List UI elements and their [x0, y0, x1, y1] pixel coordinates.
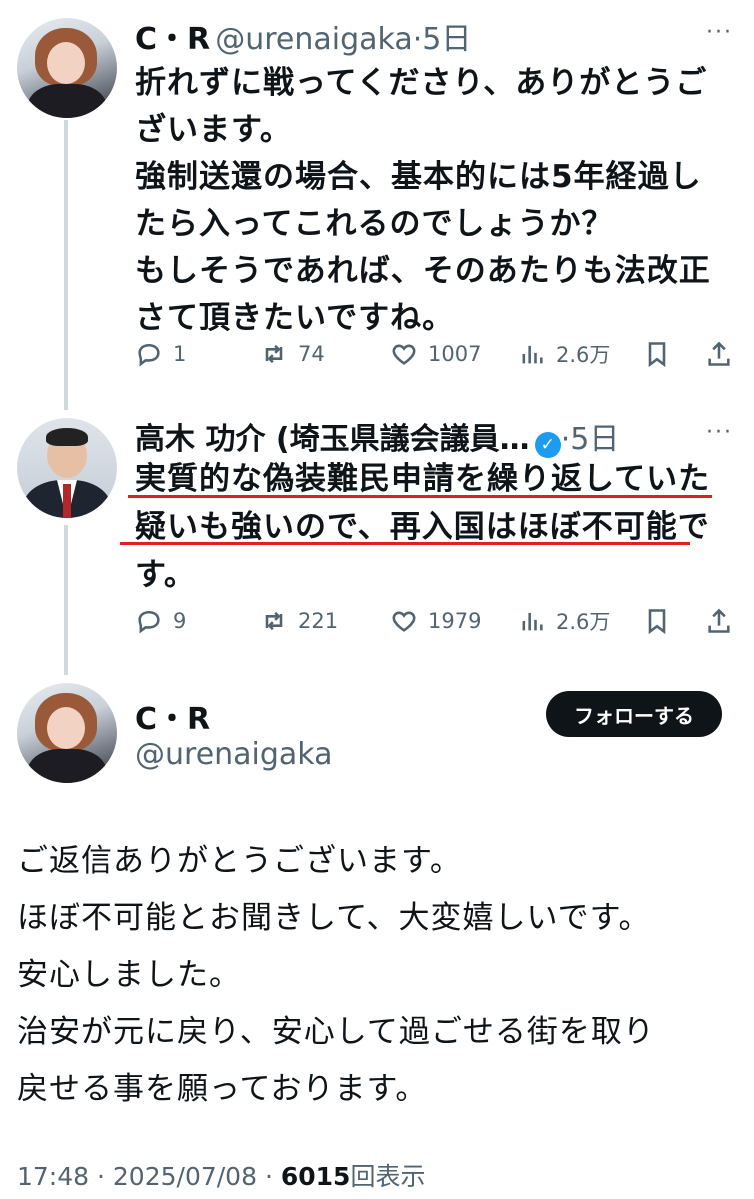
retweet-button[interactable]: 221	[260, 607, 390, 635]
display-name[interactable]: C・R	[135, 694, 210, 738]
tweet-actions: 1 74 1007 2.6万	[135, 339, 733, 369]
verified-badge-icon: ✓	[534, 431, 561, 458]
views-label: 回表示	[350, 1162, 426, 1191]
reply-count: 9	[173, 609, 187, 633]
share-button[interactable]	[705, 340, 733, 368]
bookmark-icon	[648, 609, 666, 635]
views-chart-icon	[522, 612, 543, 631]
display-name[interactable]: 高木 功介 (埼玉県議会議員…	[135, 422, 530, 457]
views-button[interactable]: 2.6万	[518, 339, 643, 369]
reply-icon	[138, 610, 160, 634]
view-count: 2.6万	[556, 610, 611, 634]
bookmark-icon	[648, 342, 666, 368]
retweet-count: 221	[298, 609, 339, 633]
thread-line-top	[64, 120, 68, 410]
retweet-icon	[265, 344, 283, 364]
follow-button[interactable]: フォローする	[546, 691, 722, 737]
tweet-meta: 17:48 · 2025/07/08 · 6015回表示	[17, 1162, 426, 1191]
bookmark-button[interactable]	[643, 340, 705, 368]
views-button[interactable]: 2.6万	[518, 606, 643, 636]
tweet-header: C・R @urenaigaka·5日	[135, 14, 471, 58]
heart-icon	[392, 344, 416, 365]
thread-line-bottom	[64, 525, 68, 675]
views-chart-icon	[522, 345, 543, 364]
highlight-underline	[120, 542, 690, 545]
display-name[interactable]: C・R	[135, 22, 210, 57]
more-options-icon[interactable]: ···	[706, 420, 733, 445]
like-button[interactable]: 1979	[390, 607, 518, 635]
avatar[interactable]	[17, 418, 117, 518]
tweet-text-line-3: す。	[135, 557, 196, 593]
avatar[interactable]	[17, 18, 117, 118]
views-count: 6015	[280, 1162, 351, 1191]
heart-icon	[392, 611, 416, 632]
more-options-icon[interactable]: ···	[706, 20, 733, 45]
retweet-icon	[265, 611, 283, 631]
reply-button[interactable]: 9	[135, 607, 260, 635]
reply-icon	[138, 343, 160, 367]
reply-button[interactable]: 1	[135, 340, 260, 368]
tweet-text: 折れずに戦ってくださり、ありがとうご ざいます。 強制送還の場合、基本的には5年…	[135, 65, 711, 336]
post-time[interactable]: 17:48	[17, 1162, 89, 1191]
share-icon	[708, 341, 730, 366]
reply-count: 1	[173, 342, 187, 366]
view-count: 2.6万	[556, 343, 611, 367]
tweet-header: 高木 功介 (埼玉県議会議員… ✓ ·5日	[135, 414, 619, 458]
highlight-underline	[128, 495, 712, 498]
tweet-text: ご返信ありがとうございます。 ほぼ不可能とお聞きして、大変嬉しいです。 安心しま…	[17, 843, 655, 1107]
user-handle[interactable]: @urenaigaka	[135, 737, 333, 772]
retweet-button[interactable]: 74	[260, 340, 390, 368]
share-icon	[708, 608, 730, 633]
retweet-count: 74	[298, 342, 325, 366]
like-count: 1979	[428, 609, 482, 633]
share-button[interactable]	[705, 607, 733, 635]
like-button[interactable]: 1007	[390, 340, 518, 368]
tweet-actions: 9 221 1979 2.6万	[135, 606, 733, 636]
avatar[interactable]	[17, 683, 117, 783]
post-date[interactable]: 2025/07/08	[113, 1162, 257, 1191]
user-handle[interactable]: @urenaigaka	[215, 22, 413, 57]
timestamp[interactable]: ·5日	[413, 22, 472, 57]
bookmark-button[interactable]	[643, 607, 705, 635]
like-count: 1007	[428, 342, 482, 366]
timestamp[interactable]: ·5日	[561, 422, 620, 457]
